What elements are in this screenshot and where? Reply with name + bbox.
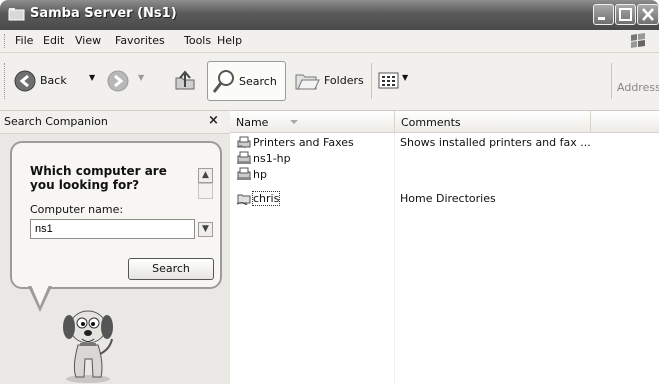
folders-label: Folders xyxy=(324,74,364,87)
forward-dropdown-icon[interactable]: ▼ xyxy=(138,73,144,82)
search-companion-pane: Search Companion × Which computer are yo… xyxy=(0,111,230,384)
list-item[interactable]: hp xyxy=(236,167,656,182)
forward-arrow-icon xyxy=(107,70,129,92)
menu-help[interactable]: Help xyxy=(217,34,242,47)
shared-printer-icon xyxy=(237,151,251,164)
close-button[interactable] xyxy=(637,4,659,25)
search-toolbar-label: Search xyxy=(239,75,277,88)
windows-logo-icon xyxy=(631,33,645,48)
folders-button[interactable]: Folders xyxy=(290,61,365,101)
shared-printer-icon xyxy=(237,167,251,180)
up-folder-icon xyxy=(175,70,195,90)
menu-edit[interactable]: Edit xyxy=(43,34,64,47)
maximize-icon xyxy=(619,8,632,21)
item-name: chris xyxy=(251,191,281,206)
maximize-button[interactable] xyxy=(615,4,636,25)
question-scroll-up[interactable]: ▲ xyxy=(198,168,213,183)
toolbar-separator xyxy=(371,63,372,99)
list-item[interactable]: Printers and Faxes Shows installed print… xyxy=(236,135,656,150)
computer-name-label: Computer name: xyxy=(30,203,124,216)
network-share-icon xyxy=(236,194,251,205)
question-scroll-down[interactable]: ▼ xyxy=(198,222,213,237)
close-pane-icon[interactable]: × xyxy=(208,113,219,128)
menu-view[interactable]: View xyxy=(75,34,101,47)
search-companion-header: Search Companion × xyxy=(0,111,230,134)
magnifier-icon xyxy=(212,70,234,93)
back-arrow-icon xyxy=(14,70,36,92)
search-toolbar-button[interactable]: Search xyxy=(207,61,286,101)
item-comment: Shows installed printers and fax ... xyxy=(400,136,591,149)
menu-tools[interactable]: Tools xyxy=(184,34,211,47)
balloon-tail-inner xyxy=(31,285,49,306)
search-button[interactable]: Search xyxy=(128,258,214,280)
toolbar-grip[interactable] xyxy=(4,63,7,99)
list-item[interactable]: ns1-hp xyxy=(236,151,656,166)
menu-bar: File Edit View Favorites Tools Help xyxy=(0,30,659,53)
column-header-empty xyxy=(591,111,659,133)
sort-arrow-icon xyxy=(290,120,298,124)
network-folder-icon xyxy=(8,8,25,21)
back-label: Back xyxy=(40,74,67,87)
toolbar: Back ▼ ▼ Search Folders ▼ Address xyxy=(0,53,659,111)
menu-favorites[interactable]: Favorites xyxy=(115,34,165,47)
address-separator xyxy=(611,63,612,99)
question-scrollbar[interactable] xyxy=(198,183,213,199)
item-comment: Home Directories xyxy=(400,192,496,205)
item-name: Printers and Faxes xyxy=(253,136,354,149)
column-header-comments[interactable]: Comments xyxy=(395,111,591,133)
views-dropdown-icon[interactable]: ▼ xyxy=(402,73,408,82)
minimize-icon xyxy=(598,17,605,20)
printer-icon xyxy=(236,136,251,149)
views-button[interactable]: ▼ xyxy=(377,61,415,101)
views-icon xyxy=(378,72,399,89)
list-item[interactable]: chris Home Directories xyxy=(236,191,656,206)
item-name: hp xyxy=(253,168,267,181)
computer-name-input[interactable] xyxy=(30,219,195,239)
search-companion-title: Search Companion xyxy=(4,115,108,128)
item-name: ns1-hp xyxy=(253,152,291,165)
column-name-label: Name xyxy=(236,116,269,129)
forward-button[interactable]: ▼ xyxy=(105,61,155,101)
search-balloon: Which computer are you looking for? ▲ Co… xyxy=(10,141,222,289)
back-button[interactable]: Back ▼ xyxy=(12,61,102,101)
close-window-icon xyxy=(642,8,654,21)
question-text: Which computer are you looking for? xyxy=(30,164,167,192)
title-bar[interactable]: Samba Server (Ns1) xyxy=(0,0,659,30)
window-title: Samba Server (Ns1) xyxy=(30,6,177,21)
column-comments-label: Comments xyxy=(401,116,461,129)
back-dropdown-icon[interactable]: ▼ xyxy=(89,73,95,82)
minimize-button[interactable] xyxy=(593,4,614,25)
file-listing-pane: Name Comments Printers and Faxes Shows i… xyxy=(230,111,659,384)
menu-grip[interactable] xyxy=(4,34,7,48)
column-header-name[interactable]: Name xyxy=(230,111,395,133)
menu-file[interactable]: File xyxy=(15,34,33,47)
up-folder-button[interactable] xyxy=(170,61,200,101)
search-dog-icon[interactable] xyxy=(52,299,122,384)
folders-icon xyxy=(295,74,320,90)
address-label[interactable]: Address xyxy=(617,81,659,94)
